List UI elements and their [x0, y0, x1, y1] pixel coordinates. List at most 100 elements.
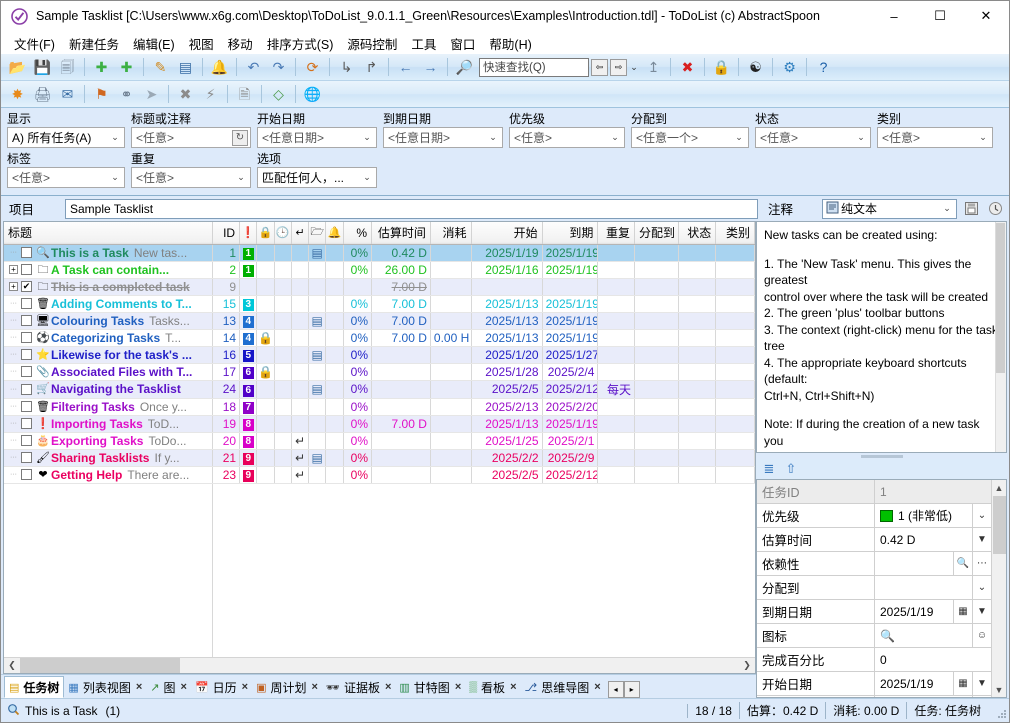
menu-move[interactable]: 移动: [221, 32, 260, 55]
comments-editor[interactable]: New tasks can be created using: 1. The '…: [756, 221, 1007, 453]
custom-tools-icon[interactable]: ✸: [6, 83, 29, 106]
task-done-checkbox[interactable]: [21, 384, 32, 395]
tab-scroll-next-button[interactable]: ▸: [624, 681, 640, 698]
col-reminder[interactable]: 🔔: [326, 222, 343, 244]
table-row[interactable]: ···🔍This is a TaskNew tas...11▤0%0.42 D2…: [4, 244, 755, 261]
hscroll-left-arrow[interactable]: ❮: [4, 658, 20, 673]
attr-start-date-value[interactable]: 2025/1/19: [875, 672, 953, 695]
task-title-cell[interactable]: ···🗑Adding Comments to T...: [4, 295, 212, 312]
refresh-icon[interactable]: ⟳: [301, 56, 324, 79]
reminder-icon[interactable]: 🔔: [208, 56, 231, 79]
table-row[interactable]: ···❗Importing TasksToD...1980%7.00 D2025…: [4, 415, 755, 432]
col-file[interactable]: 🗁: [309, 222, 326, 244]
resize-grip-icon[interactable]: [992, 704, 1006, 718]
table-row[interactable]: ···❤Getting HelpThere are...239↵0%2025/2…: [4, 466, 755, 483]
task-title-cell[interactable]: ···⭐Likewise for the task's ...: [4, 346, 212, 363]
chevron-down-icon[interactable]: ⌄: [108, 132, 122, 143]
col-id[interactable]: ID: [212, 222, 239, 244]
filter-tags[interactable]: <任意>⌄: [7, 167, 125, 188]
close-icon[interactable]: ×: [385, 681, 391, 693]
lock-icon[interactable]: 🔒: [710, 56, 733, 79]
tab-kanban[interactable]: ▒看板×: [465, 676, 520, 698]
tree-expander[interactable]: ···: [7, 296, 20, 312]
maximize-button[interactable]: ☐: [917, 1, 963, 32]
comments-vscrollbar[interactable]: [995, 222, 1006, 452]
menu-edit[interactable]: 编辑(E): [126, 32, 182, 55]
col-start[interactable]: 开始: [471, 222, 542, 244]
chevron-down-icon[interactable]: ⌄: [940, 203, 954, 214]
close-icon[interactable]: ×: [312, 681, 318, 693]
clear-filter-icon[interactable]: ✖: [174, 83, 197, 106]
forward-icon[interactable]: →: [419, 56, 442, 79]
table-row[interactable]: +✔🗀This is a completed task97.00 D: [4, 278, 755, 295]
comments-history-icon[interactable]: [985, 199, 1005, 219]
task-title-cell[interactable]: ···🖌Sharing TasklistsIf y...: [4, 449, 212, 466]
task-done-checkbox[interactable]: [21, 247, 32, 258]
attrib-sort-icon[interactable]: ⇧: [782, 461, 800, 478]
tab-evidence-board[interactable]: 🕶证据板×: [322, 676, 395, 698]
quick-find-next-button[interactable]: ⇨: [610, 59, 627, 76]
tree-expander[interactable]: ···: [7, 381, 20, 397]
report-icon[interactable]: 🗎: [233, 83, 256, 106]
attrib-list-icon[interactable]: ≣: [760, 461, 778, 478]
task-done-checkbox[interactable]: [21, 264, 32, 275]
tab-list-view[interactable]: ▦列表视图×: [64, 676, 146, 698]
comments-format-select[interactable]: 纯文本 ⌄: [822, 199, 957, 219]
task-title-cell[interactable]: ···🖥Colouring TasksTasks...: [4, 312, 212, 329]
col-time[interactable]: 🕒: [274, 222, 291, 244]
comments-vscroll-thumb[interactable]: [996, 223, 1005, 373]
tree-expander[interactable]: ···: [7, 416, 20, 432]
table-row[interactable]: ···🎂Exporting TasksToDo...208↵0%2025/1/2…: [4, 432, 755, 449]
save-comments-icon[interactable]: [961, 199, 981, 219]
tree-expander[interactable]: ···: [7, 450, 20, 466]
filter-options[interactable]: 匹配任何人，...⌄: [257, 167, 377, 188]
smiley-icon[interactable]: ☺: [972, 624, 991, 647]
attr-percent-done-value[interactable]: 0: [875, 648, 991, 671]
tab-scroll-prev-button[interactable]: ◂: [608, 681, 624, 698]
task-done-checkbox[interactable]: ✔: [21, 281, 32, 292]
task-done-checkbox[interactable]: [21, 435, 32, 446]
col-due[interactable]: 到期: [542, 222, 598, 244]
find-tasks-icon[interactable]: 🔎: [453, 56, 476, 79]
chevron-down-icon[interactable]: ⌄: [608, 132, 622, 143]
filter-title-or-comments[interactable]: <任意>↻: [131, 127, 251, 148]
hscroll-track[interactable]: [20, 658, 739, 673]
bell-icon[interactable]: 🔔: [972, 696, 991, 697]
new-task-icon[interactable]: ✚: [90, 56, 113, 79]
attr-task-id-value[interactable]: 1: [875, 480, 991, 503]
save-all-icon[interactable]: 🗐: [56, 56, 79, 79]
attr-reminder-value[interactable]: [875, 696, 972, 697]
link-icon[interactable]: ⚭: [115, 83, 138, 106]
tree-expander[interactable]: ···: [7, 399, 20, 415]
menu-window[interactable]: 窗口: [443, 32, 482, 55]
task-title-cell[interactable]: ···⚽Categorizing TasksT...: [4, 329, 212, 346]
web-icon[interactable]: 🌐: [301, 83, 324, 106]
back-icon[interactable]: ←: [394, 56, 417, 79]
col-spent[interactable]: 消耗: [430, 222, 471, 244]
task-title-cell[interactable]: ···🎂Exporting TasksToDo...: [4, 432, 212, 449]
calendar-icon[interactable]: ▦: [953, 600, 972, 623]
hscroll-thumb[interactable]: [20, 658, 180, 673]
task-done-checkbox[interactable]: [21, 349, 32, 360]
search-icon[interactable]: 🔍: [953, 552, 972, 575]
tree-expander[interactable]: ···: [7, 245, 20, 261]
minimize-button[interactable]: –: [871, 1, 917, 32]
task-title-cell[interactable]: ···❤Getting HelpThere are...: [4, 466, 212, 483]
dropdown-arrow-icon[interactable]: ▼: [972, 672, 991, 695]
close-icon[interactable]: ×: [455, 681, 461, 693]
calendar-icon[interactable]: ▦: [953, 672, 972, 695]
task-title-cell[interactable]: ···🗑Filtering TasksOnce y...: [4, 398, 212, 415]
filter-due-date[interactable]: <任意日期>⌄: [383, 127, 503, 148]
col-lock[interactable]: 🔒: [257, 222, 274, 244]
task-done-checkbox[interactable]: [21, 366, 32, 377]
tree-expander[interactable]: ···: [7, 313, 20, 329]
col-title[interactable]: 标题: [4, 222, 212, 244]
preferences-icon[interactable]: ⚙: [778, 56, 801, 79]
table-row[interactable]: ···🛒Navigating the Tasklist246▤0%2025/2/…: [4, 380, 755, 398]
hscroll-right-arrow[interactable]: ❯: [739, 658, 755, 673]
quick-find-input[interactable]: 快速查找(Q): [479, 58, 589, 77]
mail-icon[interactable]: ✉: [56, 83, 79, 106]
tree-expander[interactable]: ···: [7, 347, 20, 363]
task-title-cell[interactable]: ···❗Importing TasksToD...: [4, 415, 212, 432]
menu-view[interactable]: 视图: [182, 32, 221, 55]
